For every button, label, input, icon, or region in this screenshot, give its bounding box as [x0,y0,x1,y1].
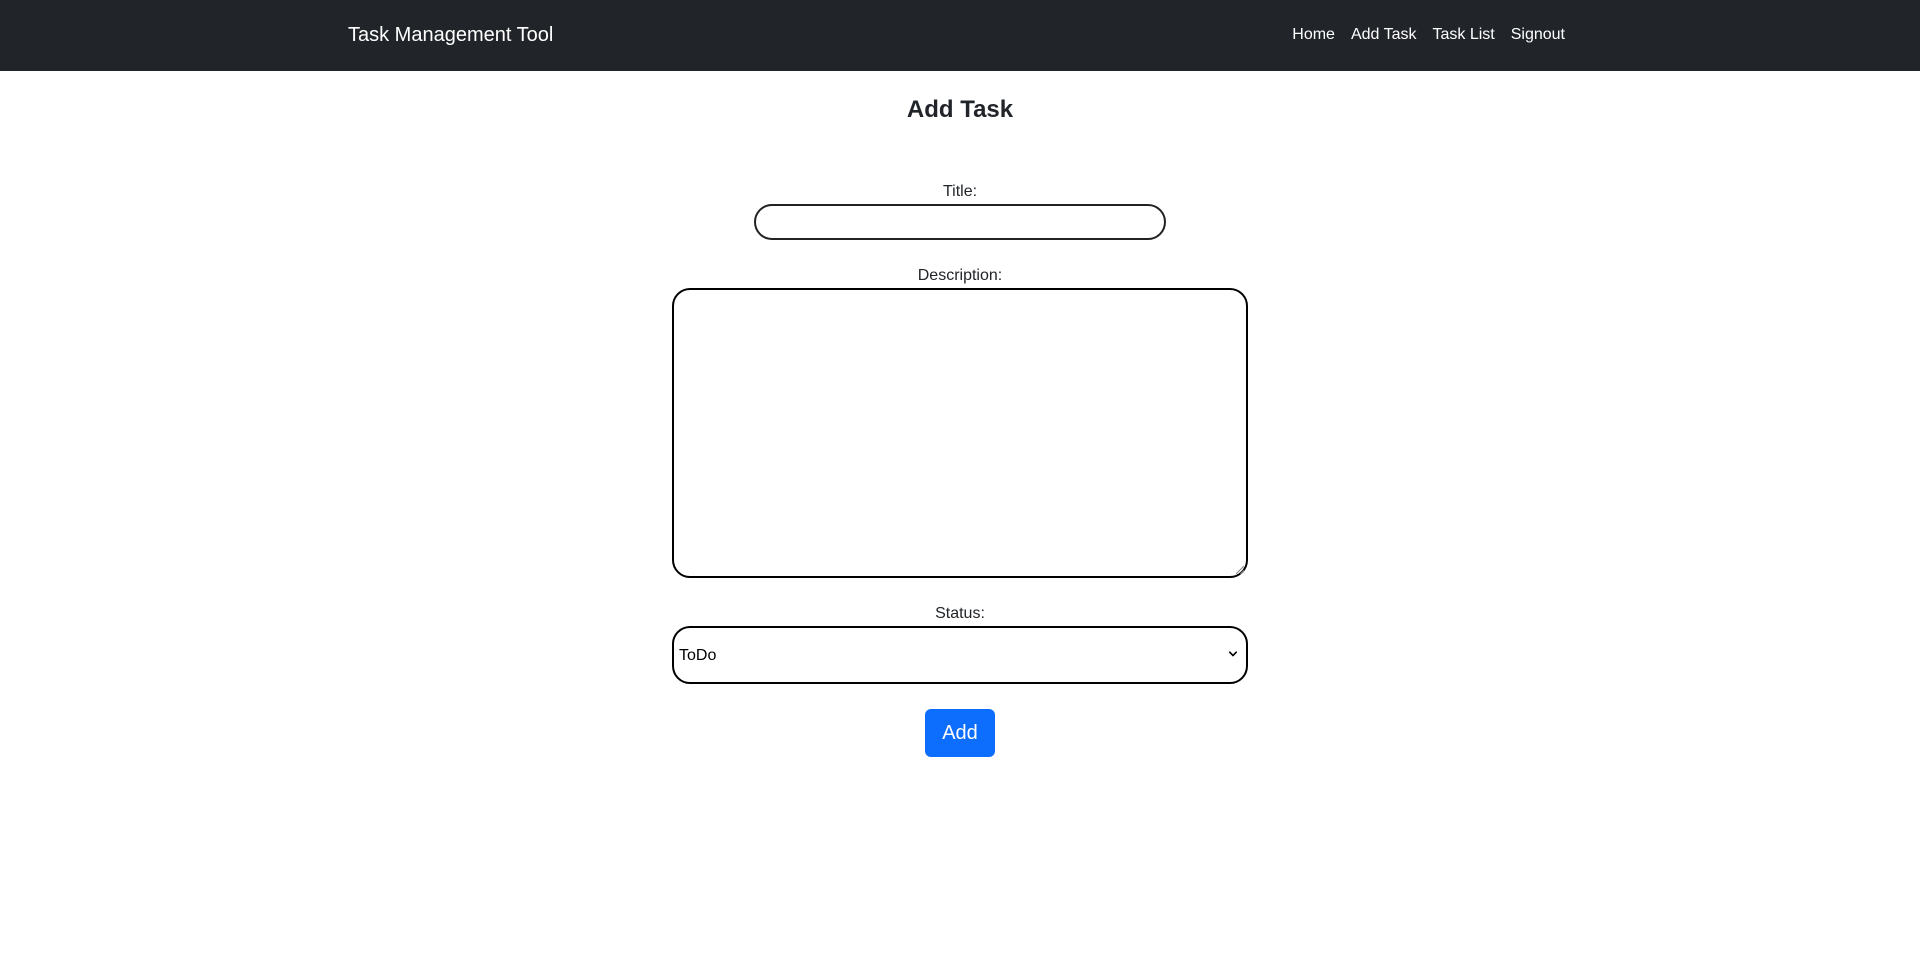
navbar: Task Management Tool Home Add Task Task … [0,0,1920,71]
nav-link-signout[interactable]: Signout [1511,24,1565,46]
brand-link[interactable]: Task Management Tool [348,22,553,48]
description-label: Description: [917,267,1003,284]
resize-handle-icon[interactable] [1236,566,1244,574]
page-title: Add Task [906,96,1014,123]
nav-link-add-task[interactable]: Add Task [1351,24,1417,46]
nav-link-home[interactable]: Home [1292,24,1335,46]
chevron-down-icon [1229,651,1237,657]
add-button[interactable]: Add [925,709,995,757]
title-input[interactable] [754,204,1166,240]
status-selected-value: ToDo [679,647,717,664]
title-label: Title: [942,183,978,200]
status-label: Status: [935,605,985,622]
description-textarea[interactable] [672,288,1248,578]
status-select[interactable]: ToDo [672,626,1248,684]
nav-link-task-list[interactable]: Task List [1432,24,1494,46]
nav-links: Home Add Task Task List Signout [1292,24,1565,46]
